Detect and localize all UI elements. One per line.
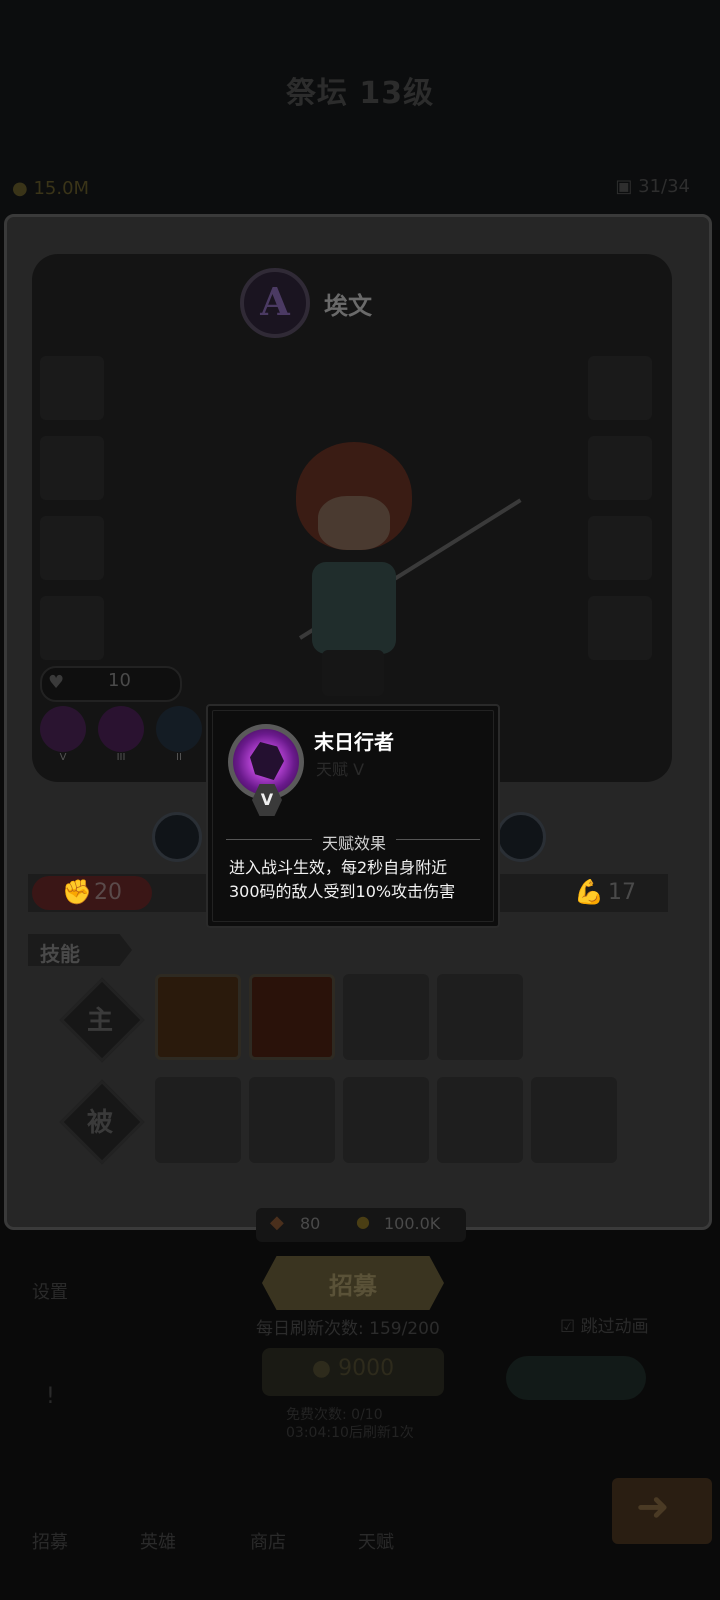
skip-animation-label: 跳过动画: [580, 1317, 649, 1337]
strength-icon: 💪: [574, 878, 604, 906]
talent-title: 末日行者: [314, 730, 394, 754]
fist-icon: ✊: [62, 878, 92, 906]
coin-balance: ● 15.0M: [12, 178, 90, 199]
hero-legs: [322, 650, 384, 696]
equip-slot-amulet[interactable]: [40, 596, 104, 660]
talent-grade-3: II: [176, 752, 182, 763]
refresh-timer: 03:04:10后刷新1次: [286, 1425, 414, 1441]
combat-power-value: 10: [108, 670, 131, 691]
hero-name: 埃文: [324, 292, 372, 320]
nav-shop[interactable]: 商店: [250, 1528, 286, 1554]
passive-skill-slot-5[interactable]: [531, 1077, 617, 1163]
crystal-icon: ◆: [270, 1212, 284, 1233]
active-skill-slot-3[interactable]: [343, 974, 429, 1060]
free-count: 免费次数: 0/10: [286, 1407, 383, 1423]
passive-skill-slot-4[interactable]: [437, 1077, 523, 1163]
crystal-cost: 80: [300, 1214, 321, 1233]
passive-skill-slot-2[interactable]: [249, 1077, 335, 1163]
talent-icon-1[interactable]: [40, 706, 86, 752]
hero-face: [318, 496, 390, 550]
talent-grade-1: V: [59, 752, 67, 763]
equip-slot-weapon[interactable]: [40, 356, 104, 420]
info-icon[interactable]: !: [46, 1384, 55, 1409]
settings-button[interactable]: 设置: [32, 1278, 68, 1304]
equip-slot-ring[interactable]: [40, 516, 104, 580]
one-key-recruit-button[interactable]: [506, 1356, 646, 1400]
equip-slot-boots[interactable]: [588, 596, 652, 660]
divider-left: [226, 839, 312, 840]
hero-attribute-button[interactable]: [496, 812, 546, 862]
active-skill-slot-1[interactable]: [155, 974, 241, 1060]
equip-slot-helmet[interactable]: [588, 356, 652, 420]
paid-recruit-cost-value: 9000: [338, 1356, 395, 1381]
coin-balance-value: 15.0M: [33, 178, 90, 199]
power-icon: ♥: [48, 672, 65, 693]
strength-stat-value: 17: [608, 880, 636, 905]
divider-right: [396, 839, 480, 840]
hero-capacity: ▣ 31/34: [615, 176, 690, 197]
active-skill-label: 主: [86, 1006, 113, 1036]
passive-skill-slot-1[interactable]: [155, 1077, 241, 1163]
attack-stat-value: 20: [94, 880, 122, 905]
talent-grade-2: III: [116, 752, 126, 763]
talent-desc-line-1: 进入战斗生效，每2秒自身附近: [229, 858, 448, 877]
talent-icon-3[interactable]: [156, 706, 202, 752]
equip-slot-gloves[interactable]: [40, 436, 104, 500]
skip-animation-toggle[interactable]: ☑ 跳过动画: [560, 1312, 649, 1337]
recruit-button[interactable]: 招募: [262, 1266, 444, 1301]
rank-badge: A: [240, 268, 310, 338]
coin-cost: 100.0K: [384, 1214, 441, 1233]
equip-slot-pants[interactable]: [588, 516, 652, 580]
talent-desc-line-2: 300码的敌人受到10%攻击伤害: [229, 882, 456, 901]
skills-label: 技能: [40, 942, 80, 966]
water-drop-button[interactable]: [152, 812, 202, 862]
top-header-background: [0, 0, 720, 230]
nav-heroes[interactable]: 英雄: [140, 1528, 176, 1554]
passive-skill-slot-3[interactable]: [343, 1077, 429, 1163]
active-skill-slot-2[interactable]: [249, 974, 335, 1060]
active-skill-slot-4[interactable]: [437, 974, 523, 1060]
talent-subtitle: 天赋 V: [316, 760, 365, 779]
talent-effect-description: 进入战斗生效，每2秒自身附近 300码的敌人受到10%攻击伤害: [229, 856, 489, 904]
passive-skill-label: 被: [86, 1108, 113, 1138]
coin-icon: ●: [356, 1212, 370, 1231]
attack-stat-pill: [32, 876, 152, 910]
paid-recruit-cost: ● 9000: [311, 1356, 395, 1381]
nav-recruit[interactable]: 招募: [32, 1528, 68, 1554]
altar-level-title: 祭坛 13级: [285, 76, 435, 111]
talent-icon-2[interactable]: [98, 706, 144, 752]
daily-refresh-count: 每日刷新次数: 159/200: [256, 1319, 440, 1339]
talent-effect-heading: 天赋效果: [321, 834, 386, 853]
arrow-right-icon: ➜: [636, 1484, 670, 1530]
hero-capacity-value: 31/34: [638, 176, 690, 197]
nav-talent[interactable]: 天赋: [358, 1528, 394, 1554]
equip-slot-armor[interactable]: [588, 436, 652, 500]
hero-body: [312, 562, 396, 654]
